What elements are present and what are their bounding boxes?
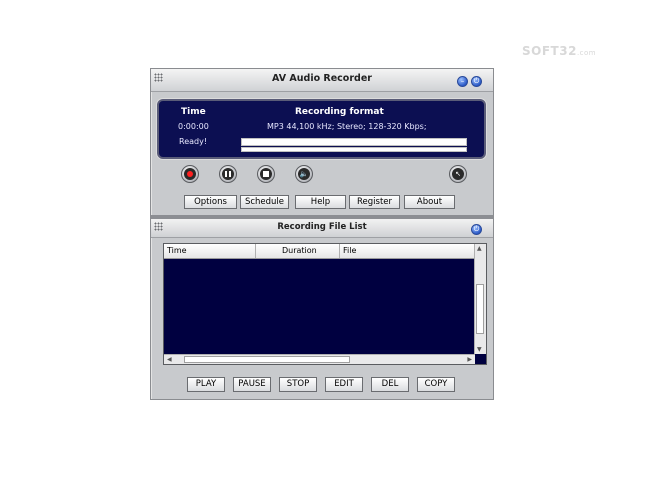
horizontal-scrollbar[interactable]: ◀ ▶: [164, 354, 475, 364]
recording-file-list[interactable]: Time Duration File ▲ ▼ ◀ ▶: [163, 243, 487, 365]
vertical-scroll-thumb[interactable]: [476, 284, 484, 334]
options-button[interactable]: Options: [184, 195, 237, 209]
format-value: MP3 44,100 kHz; Stereo; 128-320 Kbps;: [267, 122, 427, 131]
stop-icon: [263, 171, 269, 177]
record-button[interactable]: [181, 165, 199, 183]
window-title: AV Audio Recorder: [272, 73, 372, 84]
scroll-left-icon[interactable]: ◀: [167, 356, 172, 363]
speaker-icon: 🔈: [299, 170, 309, 178]
time-label: Time: [181, 107, 206, 117]
file-list-title-bar: Recording File List ⏻: [151, 219, 493, 238]
watermark-logo: SOFT32.com: [522, 44, 597, 58]
pause-button[interactable]: [219, 165, 237, 183]
arrow-up-left-icon: ↖: [455, 170, 461, 178]
status-text: Ready!: [179, 137, 208, 146]
title-bar[interactable]: AV Audio Recorder – ⏻: [151, 69, 493, 92]
progress-bar: [241, 147, 467, 152]
file-list-power-button[interactable]: ⏻: [471, 224, 482, 235]
schedule-button[interactable]: Schedule: [240, 195, 289, 209]
delete-button[interactable]: DEL: [371, 377, 409, 392]
help-button[interactable]: Help: [295, 195, 346, 209]
mini-mode-button[interactable]: ↖: [449, 165, 467, 183]
format-label: Recording format: [295, 107, 384, 117]
record-icon: [187, 171, 193, 177]
list-pause-button[interactable]: PAUSE: [233, 377, 271, 392]
list-stop-button[interactable]: STOP: [279, 377, 317, 392]
about-button[interactable]: About: [404, 195, 455, 209]
app-window: AV Audio Recorder – ⏻ Time Recording for…: [150, 68, 494, 400]
time-value: 0:00:00: [178, 122, 209, 131]
column-time[interactable]: Time: [164, 244, 256, 258]
play-button[interactable]: PLAY: [187, 377, 225, 392]
horizontal-scroll-thumb[interactable]: [184, 356, 350, 363]
scroll-up-icon[interactable]: ▲: [477, 245, 482, 252]
column-duration[interactable]: Duration: [256, 244, 340, 258]
volume-button[interactable]: 🔈: [295, 165, 313, 183]
vertical-scrollbar[interactable]: ▲ ▼: [474, 244, 486, 354]
column-file[interactable]: File: [340, 244, 475, 258]
file-list-title: Recording File List: [277, 222, 367, 232]
register-button[interactable]: Register: [349, 195, 400, 209]
scroll-right-icon[interactable]: ▶: [467, 356, 472, 363]
edit-button[interactable]: EDIT: [325, 377, 363, 392]
pause-icon: [222, 168, 234, 180]
scroll-down-icon[interactable]: ▼: [477, 346, 482, 353]
copy-button[interactable]: COPY: [417, 377, 455, 392]
power-close-button[interactable]: ⏻: [471, 76, 482, 87]
stop-button[interactable]: [257, 165, 275, 183]
level-meter: [241, 138, 467, 146]
status-display: Time Recording format 0:00:00 MP3 44,100…: [157, 99, 486, 159]
minimize-button[interactable]: –: [457, 76, 468, 87]
list-header: Time Duration File: [164, 244, 475, 259]
